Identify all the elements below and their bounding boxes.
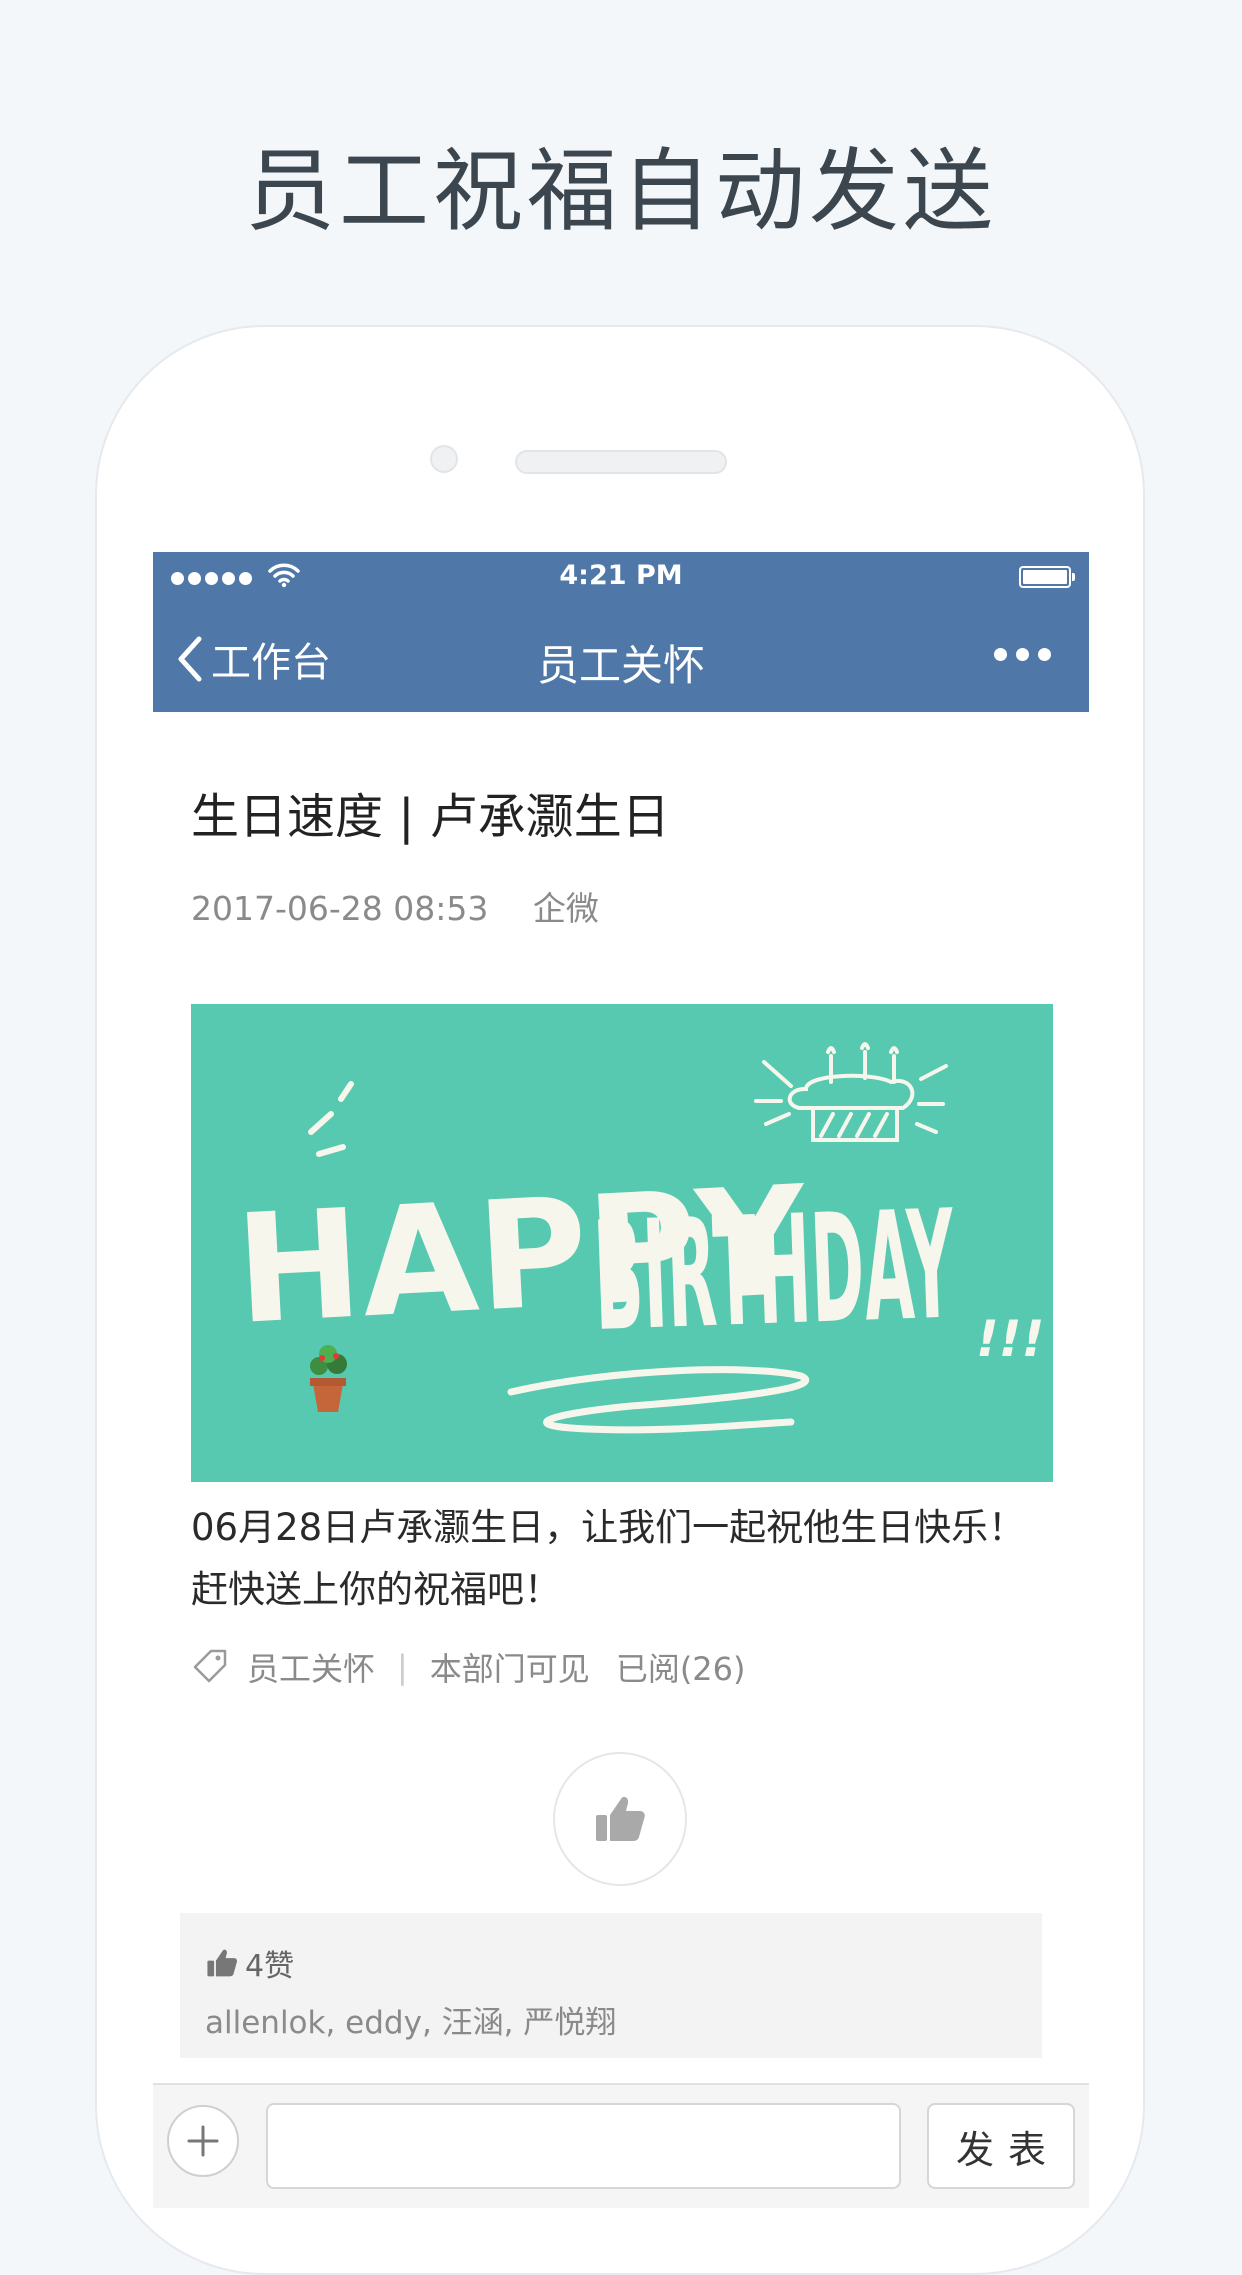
banner-text-birthday: BIRTHDAY (591, 1178, 958, 1364)
post-title: 生日速度 | 卢承灏生日 (191, 789, 670, 845)
sparkle-lines (308, 1081, 354, 1157)
thumbs-up-icon (596, 1796, 645, 1841)
more-icon[interactable] (994, 648, 1051, 661)
post-body: 06月28日卢承灏生日，让我们一起祝他生日快乐！赶快送上你的祝福吧！ (191, 1506, 1026, 1611)
phone-screen: 4:21 PM 工作台 员工关怀 生日速度 | 卢承灏生日 2017-06-28… (153, 552, 1089, 2208)
status-time: 4:21 PM (559, 560, 683, 591)
post-tag[interactable]: 员工关怀 (247, 1644, 375, 1690)
swoosh-line (507, 1366, 810, 1434)
read-count[interactable]: 已阅(26) (616, 1644, 746, 1690)
send-button[interactable]: 发表 (927, 2103, 1075, 2189)
potted-plant-icon (310, 1345, 347, 1412)
thumbs-up-small-icon (207, 1949, 238, 1977)
comment-input[interactable] (266, 2103, 901, 2189)
birthday-banner[interactable]: HAPPY BIRTHDAY !!! (191, 1004, 1053, 1482)
nav-title: 员工关怀 (536, 641, 705, 690)
like-button[interactable] (553, 1752, 687, 1886)
post-datetime: 2017-06-28 08:53 (191, 889, 489, 928)
birthday-illustration: HAPPY BIRTHDAY !!! (232, 1042, 1044, 1434)
phone-camera (430, 445, 458, 473)
likes-count-text: 4赞 (245, 1949, 295, 1984)
phone-speaker (515, 450, 727, 474)
plus-icon (187, 2125, 219, 2157)
likes-count: 4赞 (205, 1941, 294, 1985)
post-source: 企微 (532, 889, 599, 928)
battery-icon (1019, 566, 1075, 588)
post-footer: 员工关怀 | 本部门可见 已阅(26) (191, 1642, 746, 1692)
footer-divider: | (397, 1648, 408, 1686)
likes-names[interactable]: allenlok, eddy, 汪涵, 严悦翔 (205, 1997, 616, 2042)
add-attachment-button[interactable] (167, 2105, 239, 2177)
comment-bar: 发表 (153, 2083, 1089, 2208)
status-bar: 4:21 PM (153, 552, 1089, 602)
page-headline: 员工祝福自动发送 (245, 139, 997, 244)
post-visibility: 本部门可见 (429, 1650, 590, 1688)
cake-icon (754, 1042, 948, 1142)
post-meta: 2017-06-28 08:53 企微 (191, 882, 599, 930)
nav-bar: 4:21 PM 工作台 员工关怀 (153, 552, 1089, 712)
tag-icon (193, 1649, 227, 1683)
likes-panel: 4赞 allenlok, eddy, 汪涵, 严悦翔 (180, 1913, 1042, 2058)
banner-exclaim: !!! (976, 1310, 1044, 1368)
